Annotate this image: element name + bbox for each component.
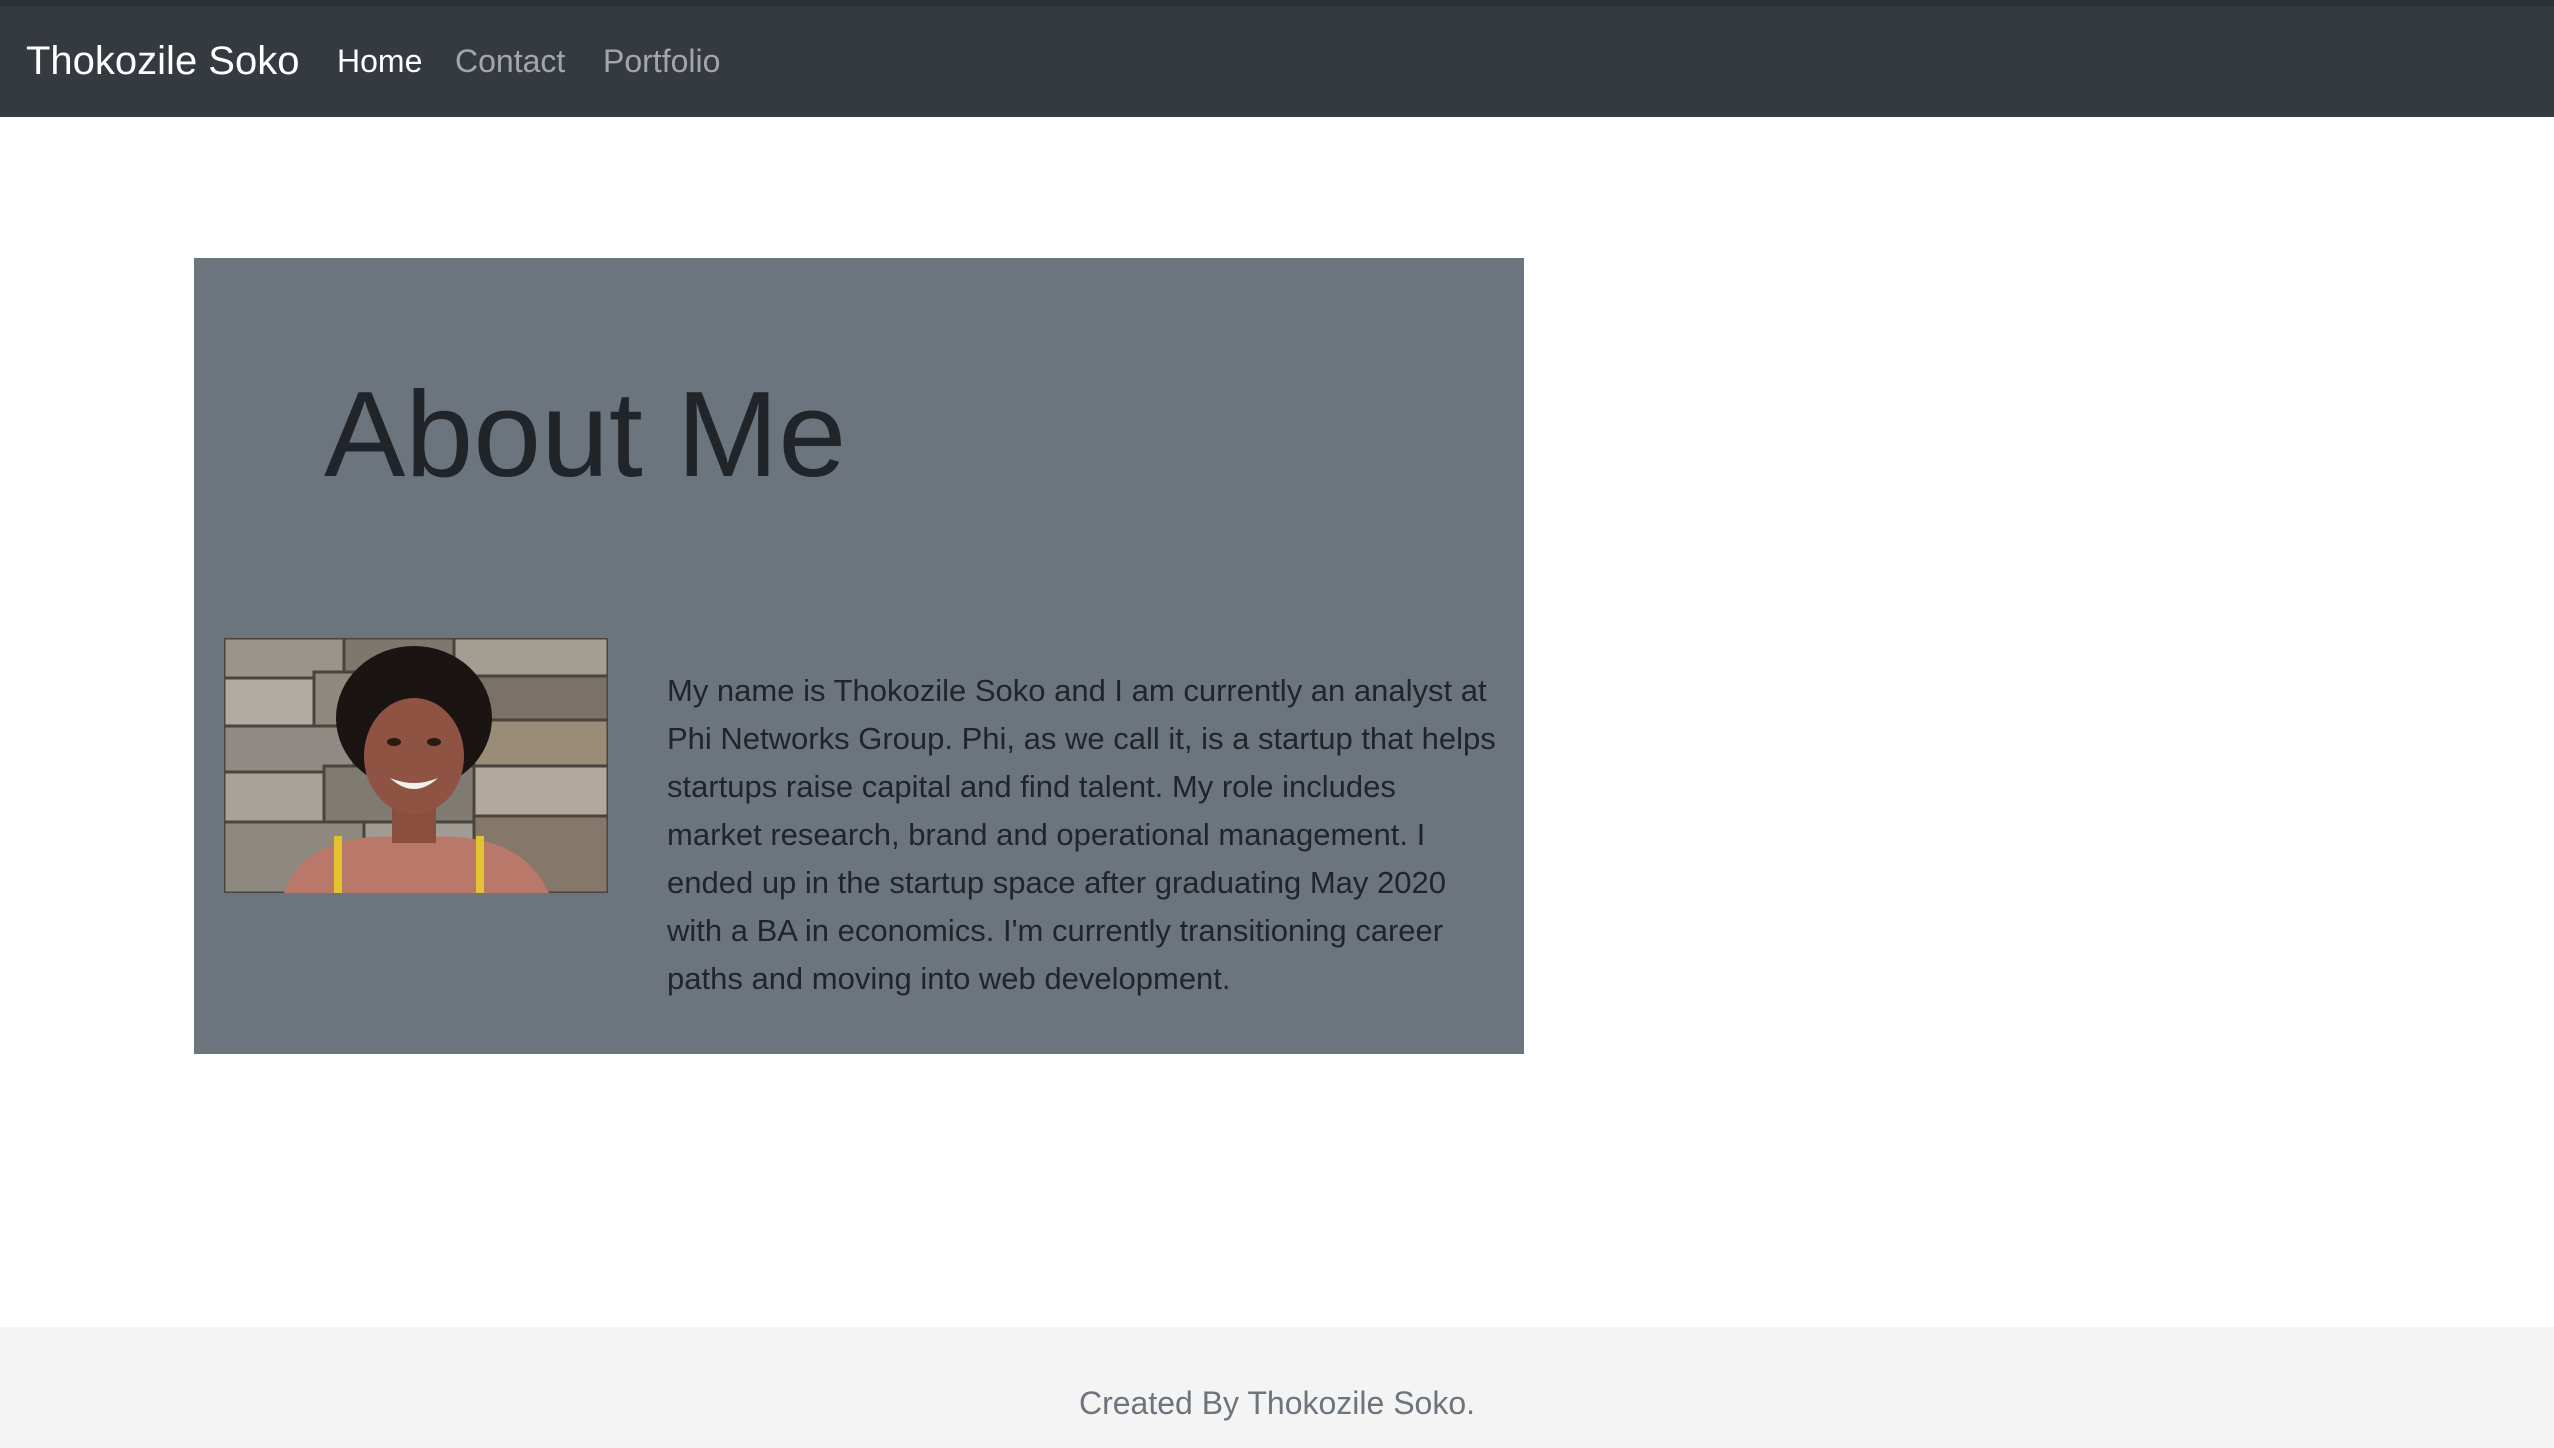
nav-link-home[interactable]: Home [337,6,422,117]
navbar: Thokozile Soko Home Contact Portfolio [0,6,2554,117]
profile-photo [224,638,608,893]
nav-link-contact[interactable]: Contact [455,6,565,117]
about-jumbotron: About Me My name is Thokozile Soko and I… [194,258,1524,1054]
about-bio: My name is Thokozile Soko and I am curre… [667,673,1496,996]
footer-credit: Created By Thokozile Soko. [1078,1385,1476,1421]
about-heading: About Me [324,366,847,502]
footer: Created By Thokozile Soko. [0,1327,2554,1448]
nav-link-portfolio[interactable]: Portfolio [603,6,720,117]
navbar-brand[interactable]: Thokozile Soko [26,6,299,117]
